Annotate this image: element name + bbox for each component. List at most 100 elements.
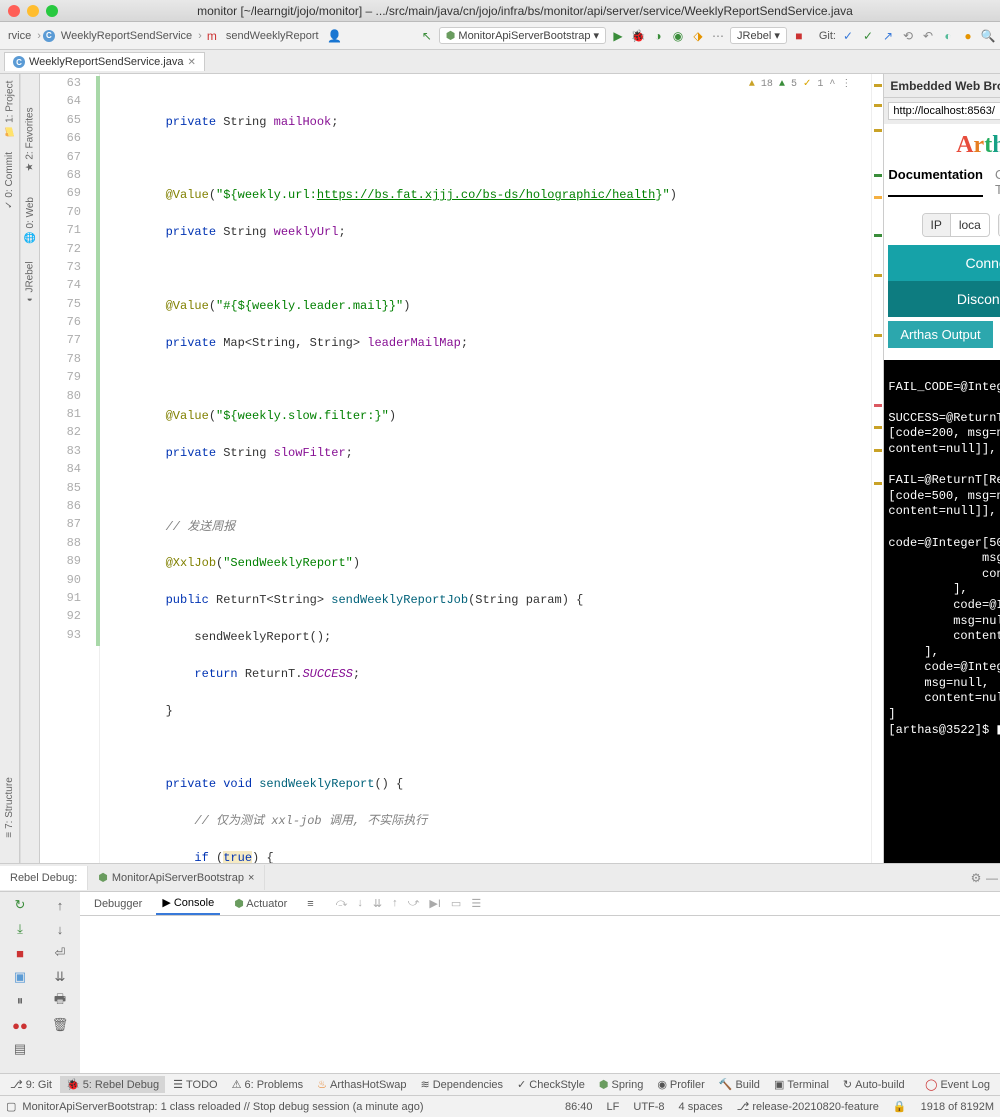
run-config-tab[interactable]: ⬢ MonitorApiServerBootstrap × [88, 865, 265, 890]
down-icon[interactable]: ↓ [51, 920, 69, 938]
attach-icon[interactable]: ⋯ [710, 28, 726, 44]
nav-tutorials[interactable]: Online Tutorials [995, 167, 1000, 197]
tool-commit[interactable]: ✓ 0: Commit [4, 152, 15, 209]
actuator-tab[interactable]: ⬢ Actuator [228, 893, 293, 914]
tool-project[interactable]: 📁 1: Project [4, 81, 15, 139]
bb-check[interactable]: ✓ CheckStyle [511, 1076, 591, 1093]
lock-icon[interactable]: 🔒 [893, 1100, 907, 1113]
editor-area: 63 64 65 66 67 68 69 70 71 72 73 74 75 7… [40, 74, 883, 863]
tool-jrebel[interactable]: ◐ JRebel [25, 261, 36, 301]
left-tool-strip-2: ★ 2: Favorites 🌐 0: Web ◐ JRebel [20, 74, 40, 863]
up-icon[interactable]: ↑ [51, 896, 69, 914]
bb-hotswap[interactable]: ♨ ArthasHotSwap [311, 1076, 412, 1093]
wrap-icon[interactable]: ⏎ [51, 944, 69, 962]
file-tab-active[interactable]: C WeeklyReportSendService.java ✕ [4, 52, 205, 71]
hide-icon[interactable]: — [984, 870, 1000, 886]
step-into-icon[interactable]: ↓ [357, 897, 363, 910]
bb-git[interactable]: ⎇ 9: Git [4, 1076, 58, 1093]
bb-build[interactable]: 🔨 Build [713, 1076, 766, 1093]
code-editor[interactable]: ▲18 ▲5 ✓1 ^⋮ private String mailHook; @V… [100, 74, 871, 863]
pause-icon[interactable]: ⏸ [11, 992, 29, 1010]
rerun-icon[interactable]: ↻ [11, 896, 29, 914]
stop-icon[interactable]: ■ [791, 28, 807, 44]
profiler-icon[interactable]: ⬗ [690, 28, 706, 44]
bb-eventlog[interactable]: ◯ Event Log [919, 1076, 996, 1093]
bb-todo[interactable]: ☰ TODO [167, 1076, 223, 1093]
line-ending[interactable]: LF [607, 1101, 620, 1113]
maximize-window-icon[interactable] [46, 5, 58, 17]
stop-icon[interactable]: ■ [11, 944, 29, 962]
profile-icon[interactable]: ◉ [670, 28, 686, 44]
tool-favorites[interactable]: ★ 2: Favorites [25, 107, 36, 171]
resume-icon[interactable]: ▣ [11, 968, 29, 986]
window-titlebar: monitor [~/learngit/jojo/monitor] – .../… [0, 0, 1000, 22]
close-icon[interactable]: ✕ [187, 57, 195, 68]
breakpoints-icon[interactable]: ●● [11, 1016, 29, 1034]
debugger-tab[interactable]: Debugger [88, 894, 148, 914]
debug-icon[interactable]: 🐞 [630, 28, 646, 44]
bb-rebel[interactable]: 🐞 5: Rebel Debug [60, 1076, 165, 1093]
memory-indicator[interactable]: 1918 of 8192M [921, 1101, 994, 1113]
hammer-icon[interactable]: ↖ [419, 28, 435, 44]
crumb-method[interactable]: sendWeeklyReport [222, 28, 323, 44]
bb-spring[interactable]: ⬢ Spring [593, 1076, 649, 1093]
indent[interactable]: 4 spaces [679, 1101, 723, 1113]
step-out-icon[interactable]: ↑ [392, 897, 398, 910]
nav-documentation[interactable]: Documentation [888, 167, 983, 197]
git-commit-icon[interactable]: ✓ [860, 28, 876, 44]
rebel-debug-tab[interactable]: Rebel Debug: [0, 866, 88, 890]
jrebel-combo[interactable]: JRebel ▾ [730, 27, 787, 44]
user-icon[interactable]: 👤 [327, 28, 343, 44]
overview-ruler[interactable] [871, 74, 883, 863]
search-icon[interactable]: 🔍 [980, 28, 996, 44]
connect-button[interactable]: Connect [888, 245, 1000, 281]
crumb-service[interactable]: rvice [4, 28, 35, 44]
console-tab[interactable]: ▶ Console [156, 892, 220, 915]
print-icon[interactable]: 🖶 [51, 992, 69, 1010]
run-cursor-icon[interactable]: ▶I [429, 897, 441, 910]
minimize-window-icon[interactable] [27, 5, 39, 17]
window-icon[interactable]: ▢ [6, 1100, 16, 1113]
tool-structure[interactable]: ≡ 7: Structure [4, 777, 15, 838]
coverage-icon[interactable]: ◑ [650, 28, 666, 44]
scroll-icon[interactable]: ⇊ [51, 968, 69, 986]
run-tool-header: Rebel Debug: ⬢ MonitorApiServerBootstrap… [0, 863, 1000, 891]
arthas-page: Arthas Documentation Online Tutorials Gi… [884, 124, 1000, 360]
gear-icon[interactable]: ⚙ [968, 870, 984, 886]
bb-deps[interactable]: ≋ Dependencies [414, 1076, 509, 1093]
arthas-terminal[interactable]: FAIL_CODE=@Integer[500], SUCCESS=@Return… [884, 360, 1000, 863]
clear-icon[interactable]: 🗑 [51, 1016, 69, 1034]
status-bar: ▢ MonitorApiServerBootstrap: 1 class rel… [0, 1095, 1000, 1117]
evaluate-icon[interactable]: ▭ [451, 897, 461, 910]
tool-web[interactable]: 🌐 0: Web [25, 197, 36, 244]
arthas-output-button[interactable]: Arthas Output [888, 321, 992, 348]
drop-frame-icon[interactable]: ⤻ [408, 897, 420, 910]
run-config-combo[interactable]: ⬢ MonitorApiServerBootstrap ▾ [439, 27, 606, 44]
step-over-icon[interactable]: ⤼ [336, 897, 348, 910]
layout-icon[interactable]: ▤ [11, 1040, 29, 1058]
jrebel-icon[interactable]: ◐ [940, 28, 956, 44]
crumb-class[interactable]: WeeklyReportSendService [57, 28, 196, 44]
ide-icon[interactable]: ● [960, 28, 976, 44]
bb-profiler[interactable]: ◉ Profiler [651, 1076, 710, 1093]
arthas-logo: Arthas [956, 132, 1000, 159]
caret-position[interactable]: 86:40 [565, 1101, 593, 1113]
tabs-menu[interactable]: ≡ [301, 894, 319, 914]
reload-icon[interactable]: ⤓ [11, 920, 29, 938]
git-push-icon[interactable]: ↗ [880, 28, 896, 44]
trace-icon[interactable]: ☰ [471, 897, 481, 910]
close-window-icon[interactable] [8, 5, 20, 17]
bb-autobuild[interactable]: ↻ Auto-build [837, 1076, 911, 1093]
git-branch[interactable]: ⎇ release-20210820-feature [737, 1100, 879, 1113]
bb-terminal[interactable]: ▣ Terminal [768, 1076, 835, 1093]
ip-input[interactable]: IPloca [922, 213, 990, 237]
bb-problems[interactable]: ⚠ 6: Problems [226, 1076, 310, 1093]
git-history-icon[interactable]: ⟲ [900, 28, 916, 44]
git-revert-icon[interactable]: ↶ [920, 28, 936, 44]
disconnect-button[interactable]: Disconnect [888, 281, 1000, 317]
encoding[interactable]: UTF-8 [633, 1101, 664, 1113]
run-icon[interactable]: ▶ [610, 28, 626, 44]
url-input[interactable] [888, 102, 1000, 120]
force-step-icon[interactable]: ⇊ [373, 897, 382, 910]
git-update-icon[interactable]: ✓ [840, 28, 856, 44]
